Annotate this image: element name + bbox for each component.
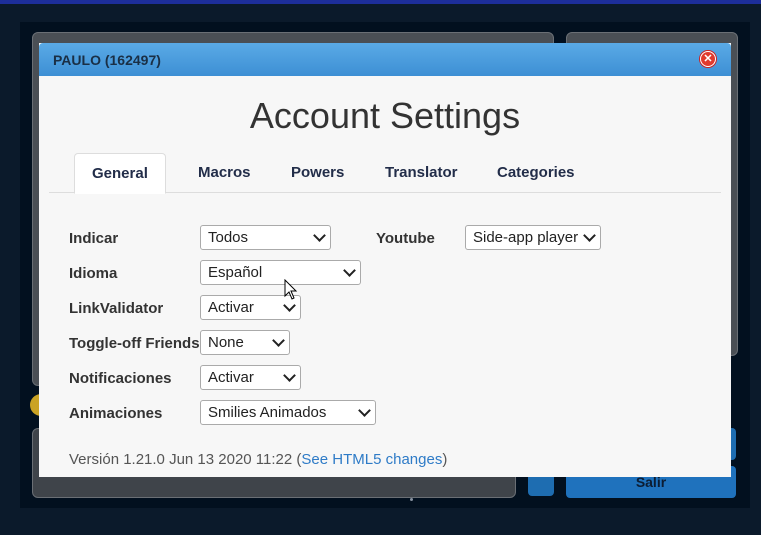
youtube-value: Side-app player xyxy=(473,229,579,246)
animaciones-value: Smilies Animados xyxy=(208,404,327,421)
chevron-down-icon xyxy=(343,264,356,277)
tab-powers[interactable]: Powers xyxy=(274,153,361,191)
chevron-down-icon xyxy=(283,299,296,312)
chevron-down-icon xyxy=(272,334,285,347)
youtube-label: Youtube xyxy=(376,230,435,247)
chevron-down-icon xyxy=(283,369,296,382)
tab-categories[interactable]: Categories xyxy=(480,153,592,191)
account-settings-dialog: PAULO (162497) ✕ Account Settings Genera… xyxy=(39,43,731,477)
tab-macros[interactable]: Macros xyxy=(181,153,268,191)
chevron-down-icon xyxy=(313,229,326,242)
tab-general[interactable]: General xyxy=(74,153,166,194)
toggle-off-friends-label: Toggle-off Friends xyxy=(69,335,200,352)
idioma-label: Idioma xyxy=(69,265,118,282)
animaciones-select[interactable]: Smilies Animados xyxy=(200,400,376,425)
toggle-off-friends-value: None xyxy=(208,334,244,351)
html5-changes-link[interactable]: See HTML5 changes xyxy=(301,451,442,468)
indicar-value: Todos xyxy=(208,229,249,246)
notificaciones-value: Activar xyxy=(208,369,254,386)
notificaciones-select[interactable]: Activar xyxy=(200,365,301,390)
animaciones-label: Animaciones xyxy=(69,405,163,422)
version-close-paren: ) xyxy=(442,451,448,468)
tab-translator[interactable]: Translator xyxy=(368,153,475,191)
indicar-label: Indicar xyxy=(69,230,119,247)
notificaciones-label: Notificaciones xyxy=(69,370,172,387)
dialog-header[interactable]: PAULO (162497) ✕ xyxy=(39,43,731,76)
top-bar xyxy=(0,0,761,4)
dialog-title: PAULO (162497) xyxy=(53,52,161,68)
linkvalidator-value: Activar xyxy=(208,299,254,316)
chevron-down-icon xyxy=(358,404,371,417)
linkvalidator-label: LinkValidator xyxy=(69,300,164,317)
youtube-select[interactable]: Side-app player xyxy=(465,225,601,250)
close-icon[interactable]: ✕ xyxy=(700,51,716,67)
version-info: Versión 1.21.0 Jun 13 2020 11:22 (See HT… xyxy=(69,451,447,468)
background-dot xyxy=(410,498,413,501)
toggle-off-friends-select[interactable]: None xyxy=(200,330,290,355)
version-text: Versión 1.21.0 Jun 13 2020 11:22 ( xyxy=(69,451,302,468)
tab-bar: General Macros Powers Translator Categor… xyxy=(49,153,721,194)
mouse-cursor-icon xyxy=(284,279,298,300)
indicar-select[interactable]: Todos xyxy=(200,225,331,250)
chevron-down-icon xyxy=(583,229,596,242)
idioma-select[interactable]: Español xyxy=(200,260,361,285)
page-title: Account Settings xyxy=(249,95,521,136)
idioma-value: Español xyxy=(208,264,263,281)
